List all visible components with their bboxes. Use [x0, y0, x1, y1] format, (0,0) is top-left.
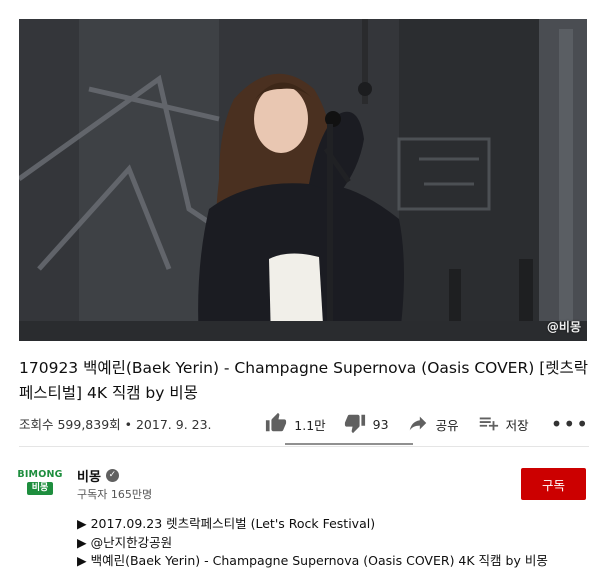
thumb-down-icon [344, 412, 366, 437]
video-player[interactable]: @비몽 [19, 19, 587, 341]
view-count-date: 조회수 599,839회 • 2017. 9. 23. [19, 417, 212, 432]
subscribe-button[interactable]: 구독 [521, 468, 586, 500]
like-count: 1.1만 [294, 417, 326, 433]
playlist-add-icon [477, 412, 499, 437]
divider [19, 446, 589, 447]
like-button[interactable]: 1.1만 [265, 412, 326, 437]
check-circle-icon: ✓ [105, 469, 119, 482]
video-title: 170923 백예린(Baek Yerin) - Champagne Super… [19, 359, 589, 402]
dislike-count: 93 [372, 416, 389, 432]
like-ratio-fill [285, 443, 412, 445]
video-frame [19, 19, 587, 341]
save-button[interactable]: 저장 [477, 412, 529, 437]
channel-name[interactable]: 비몽 ✓ [77, 466, 119, 485]
save-label: 저장 [505, 417, 529, 433]
subscriber-count: 구독자 165만명 [77, 488, 153, 501]
description-line: ▶ 백예린(Baek Yerin) - Champagne Supernova … [77, 553, 548, 568]
video-watermark: @비몽 [546, 320, 581, 334]
share-button[interactable]: 공유 [407, 412, 459, 437]
video-description: ▶ 2017.09.23 렛츠락페스티벌 (Let's Rock Festiva… [77, 515, 587, 571]
share-label: 공유 [435, 417, 459, 433]
description-line: ▶ @난지한강공원 [77, 534, 173, 550]
action-bar: 1.1만 93 공유 저장 ••• [265, 405, 589, 443]
description-line: ▶ 2017.09.23 렛츠락페스티벌 (Let's Rock Festiva… [77, 516, 376, 531]
like-dislike-bar [285, 443, 413, 445]
channel-name-text: 비몽 [77, 470, 101, 485]
more-actions-button[interactable]: ••• [551, 414, 589, 434]
channel-avatar[interactable]: BIMONG 비몽 [17, 469, 63, 499]
dislike-button[interactable]: 93 [344, 412, 389, 437]
thumb-up-icon [265, 412, 287, 437]
avatar-logo-badge: 비몽 [26, 482, 54, 495]
video-meta-row: 조회수 599,839회 • 2017. 9. 23. 1.1만 93 공유 저… [19, 405, 589, 445]
share-icon [407, 412, 429, 437]
avatar-logo-text: BIMONG [17, 469, 63, 480]
